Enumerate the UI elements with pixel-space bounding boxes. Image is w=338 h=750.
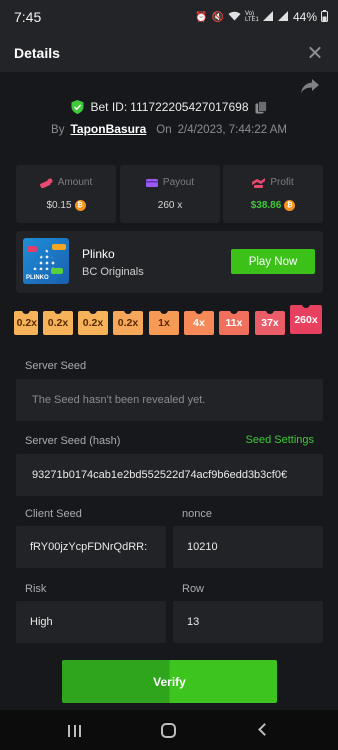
bet-author-row: By TaponBasura On 2/4/2023, 7:44:22 AM <box>0 122 338 136</box>
nonce-field[interactable]: 10210 <box>173 526 323 568</box>
status-icons: ⏰ 🔇 Vo) LTE1 44% <box>195 9 328 25</box>
profit-value: $38.86 <box>250 200 282 211</box>
status-time: 7:45 <box>14 9 42 25</box>
page-title: Details <box>14 45 60 61</box>
server-seed-hash-label: Server Seed (hash) <box>25 435 121 447</box>
wallet-icon <box>145 178 158 187</box>
amount-value: $0.15 <box>46 200 72 211</box>
multiplier-chip-highlighted: 260x <box>290 302 322 334</box>
row-label: Row <box>182 583 205 595</box>
multiplier-chip: 0.2x <box>14 308 38 335</box>
signal-icon <box>262 10 274 24</box>
user-link[interactable]: TaponBasura <box>70 122 146 136</box>
on-label: On <box>156 124 172 136</box>
verified-shield-icon <box>71 100 84 114</box>
multiplier-chip: 11x <box>219 308 249 335</box>
verify-button[interactable]: Verify <box>62 660 277 703</box>
coins-icon <box>39 178 53 188</box>
signal-icon <box>277 10 289 24</box>
wifi-icon <box>228 11 241 24</box>
bitcoin-icon: ₿ <box>74 200 86 211</box>
copy-icon[interactable] <box>255 100 267 114</box>
home-icon[interactable] <box>161 723 176 738</box>
alarm-icon: ⏰ <box>195 11 208 23</box>
multiplier-row: 0.2x 0.2x 0.2x 0.2x 1x 4x 11x 37x 260x <box>0 302 338 341</box>
profit-card: Profit $38.86 ₿ <box>223 165 323 223</box>
client-seed-label: Client Seed <box>25 508 82 520</box>
game-name: Plinko <box>82 247 115 261</box>
android-nav-bar <box>0 710 338 750</box>
server-seed-hash-field[interactable]: 93271b0174cab1e2bd552522d74acf9b6edd3b3c… <box>16 454 323 496</box>
bet-id-label: Bet ID: <box>90 100 128 114</box>
profit-icon <box>252 177 266 188</box>
row-field[interactable]: 13 <box>173 601 323 643</box>
bet-id-value: 111722205427017698 <box>130 100 249 114</box>
amount-card: Amount $0.15 ₿ <box>16 165 116 223</box>
profit-label: Profit <box>270 177 294 188</box>
by-label: By <box>51 124 65 136</box>
multiplier-chip: 4x <box>184 308 214 335</box>
client-seed-field[interactable]: fRY00jzYcpFDNrQdRR: <box>16 526 166 568</box>
multiplier-chip: 0.2x <box>78 308 108 335</box>
payout-card: Payout 260 x <box>120 165 220 223</box>
risk-label: Risk <box>25 583 47 595</box>
amount-label: Amount <box>57 177 93 188</box>
share-icon[interactable] <box>300 78 320 94</box>
close-icon[interactable] <box>306 44 324 62</box>
server-seed-field[interactable]: The Seed hasn't been revealed yet. <box>16 379 323 421</box>
game-card: PLINKO Plinko BC Originals Play Now <box>16 231 323 293</box>
seed-settings-link[interactable]: Seed Settings <box>246 434 315 446</box>
play-now-button[interactable]: Play Now <box>231 249 315 274</box>
multiplier-chip: 1x <box>149 308 179 335</box>
bet-datetime: 2/4/2023, 7:44:22 AM <box>177 124 287 136</box>
status-bar: 7:45 ⏰ 🔇 Vo) LTE1 44% <box>0 0 338 34</box>
multiplier-chip: 37x <box>255 308 285 335</box>
server-seed-label: Server Seed <box>25 360 87 372</box>
battery-level: 44% <box>292 10 317 24</box>
nonce-label: nonce <box>182 508 212 520</box>
volte-icon: Vo) LTE1 <box>244 11 259 23</box>
game-provider: BC Originals <box>82 266 144 278</box>
multiplier-chip: 0.2x <box>43 308 73 335</box>
payout-label: Payout <box>162 177 195 188</box>
details-header: Details <box>0 34 338 72</box>
plinko-thumbnail[interactable]: PLINKO <box>23 238 69 284</box>
risk-field[interactable]: High <box>16 601 166 643</box>
back-icon[interactable] <box>258 723 271 736</box>
bet-id-row: Bet ID: 111722205427017698 <box>0 100 338 114</box>
mute-icon: 🔇 <box>211 11 224 23</box>
battery-icon <box>321 9 328 25</box>
thumbnail-label: PLINKO <box>26 275 49 281</box>
multiplier-chip: 0.2x <box>113 308 143 335</box>
recent-apps-icon[interactable] <box>68 725 81 737</box>
payout-value: 260 x <box>157 200 183 211</box>
bitcoin-icon: ₿ <box>284 200 296 211</box>
